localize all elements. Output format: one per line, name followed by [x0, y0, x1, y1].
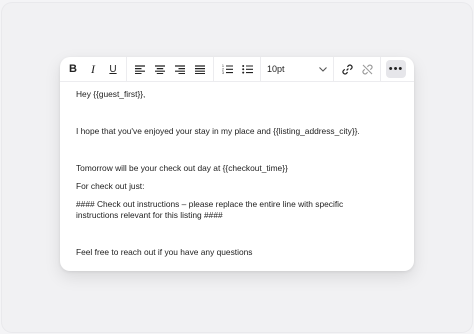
content-line: Feel free to reach out if you have any q…	[76, 247, 253, 257]
align-left-button[interactable]	[130, 59, 150, 79]
align-group	[127, 57, 213, 81]
chevron-down-icon	[319, 66, 327, 72]
content-line: I hope that you've enjoyed your stay in …	[76, 126, 360, 136]
align-justify-button[interactable]	[190, 59, 210, 79]
more-options-button[interactable]: •••	[386, 60, 406, 78]
font-size-select[interactable]: 10pt	[261, 57, 333, 81]
align-justify-icon	[195, 64, 205, 74]
link-group	[334, 57, 380, 81]
more-group: •••	[381, 57, 409, 81]
italic-button[interactable]: I	[83, 59, 103, 79]
ordered-list-button[interactable]: 123	[217, 59, 237, 79]
content-line: Tomorrow will be your check out day at {…	[76, 163, 288, 173]
ordered-list-icon: 123	[222, 64, 233, 74]
align-center-button[interactable]	[150, 59, 170, 79]
editor-toolbar: B I U 123 10pt •••	[60, 57, 414, 82]
list-group: 123	[214, 57, 260, 81]
svg-text:3: 3	[222, 71, 224, 74]
align-right-button[interactable]	[170, 59, 190, 79]
bold-button[interactable]: B	[63, 59, 83, 79]
content-line: For check out just:	[76, 181, 145, 191]
align-left-icon	[135, 64, 145, 74]
align-center-icon	[155, 64, 165, 74]
rich-text-editor: B I U 123 10pt ••• Hey {{guest_first}}, …	[60, 57, 414, 271]
format-group: B I U	[60, 57, 126, 81]
greeting-line: Hey {{guest_first}},	[76, 89, 146, 99]
content-line: #### Check out instructions – please rep…	[76, 199, 346, 220]
insert-link-button[interactable]	[337, 59, 357, 79]
remove-link-button[interactable]	[357, 59, 377, 79]
underline-button[interactable]: U	[103, 59, 123, 79]
bullet-list-icon	[241, 65, 253, 74]
link-icon	[341, 63, 353, 75]
unlink-icon	[361, 64, 373, 74]
more-icon: •••	[388, 63, 404, 75]
font-size-value: 10pt	[267, 64, 285, 74]
bullet-list-button[interactable]	[237, 59, 257, 79]
align-right-icon	[175, 64, 185, 74]
